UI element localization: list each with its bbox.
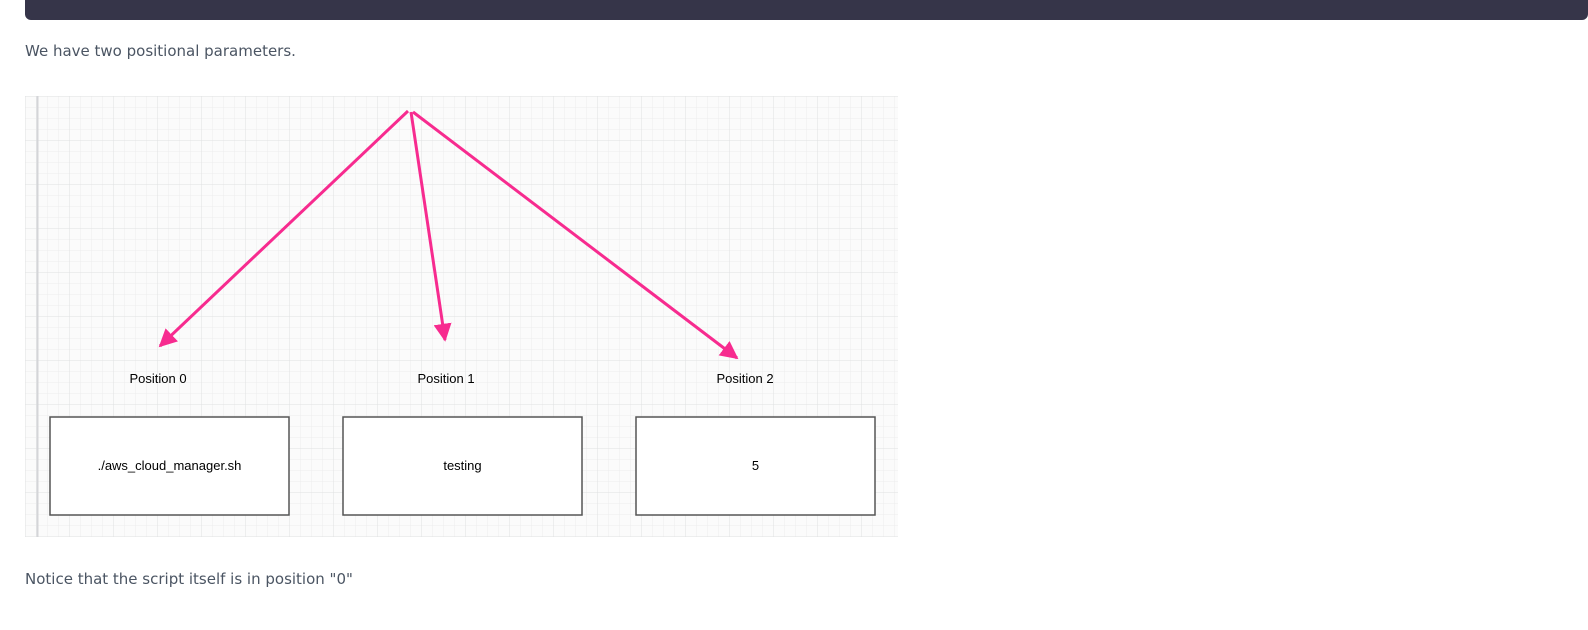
header-bar [25, 0, 1588, 20]
position-2-label: Position 2 [716, 371, 773, 386]
positional-parameters-diagram: Position 0 Position 1 Position 2 ./aws_c… [25, 96, 898, 537]
position-0-box: ./aws_cloud_manager.sh [49, 416, 290, 516]
position-1-box: testing [342, 416, 583, 516]
intro-paragraph: We have two positional parameters. [25, 42, 296, 60]
position-0-value: ./aws_cloud_manager.sh [98, 458, 242, 473]
position-1-label: Position 1 [417, 371, 474, 386]
position-2-value: 5 [752, 458, 759, 473]
note-paragraph: Notice that the script itself is in posi… [25, 570, 353, 588]
position-0-label: Position 0 [129, 371, 186, 386]
position-1-value: testing [443, 458, 481, 473]
position-2-box: 5 [635, 416, 876, 516]
